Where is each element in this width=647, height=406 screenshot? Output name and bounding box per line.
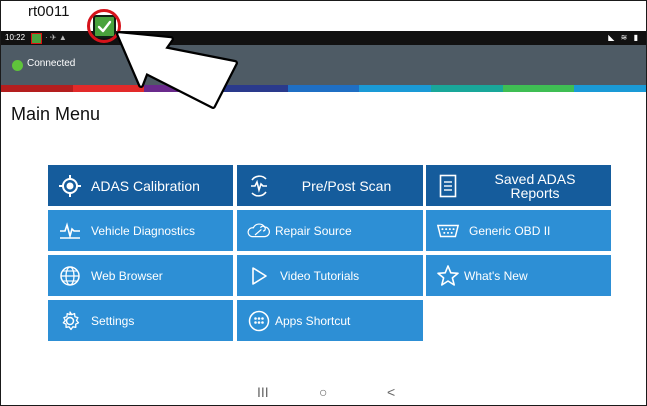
annotation-arrow-icon — [116, 31, 238, 109]
app-window: rt0011 10:22 · ✈ ▲ ◣ ≋ ▮ Connected Main … — [0, 0, 647, 406]
